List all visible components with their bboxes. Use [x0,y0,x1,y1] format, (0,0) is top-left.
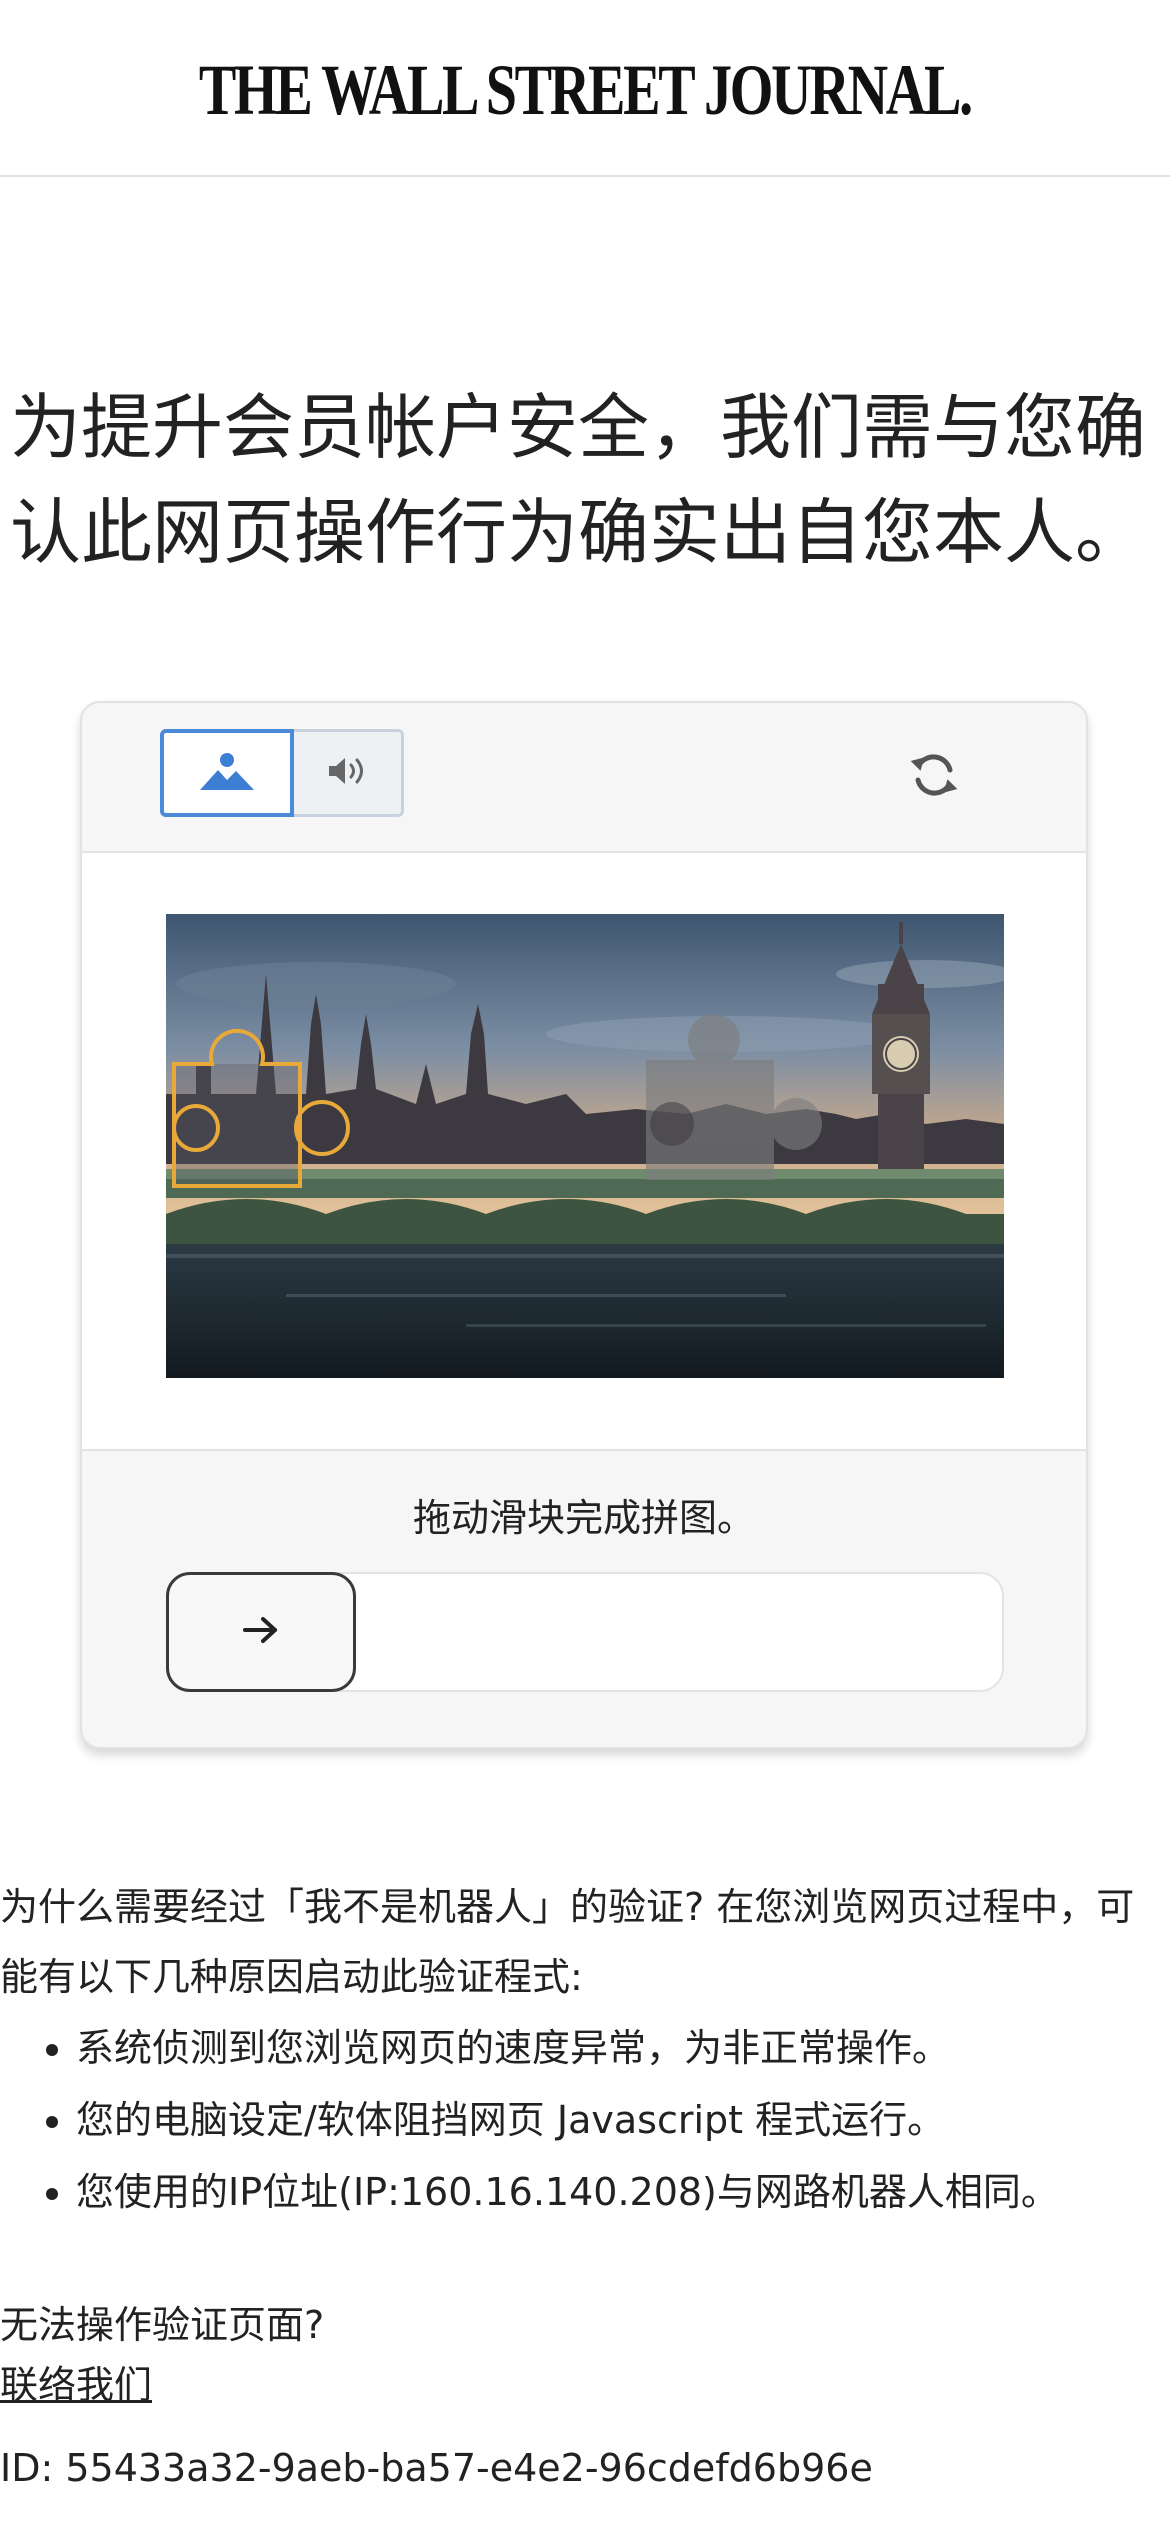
reason-item: 您的电脑设定/软体阻挡网页 Javascript 程式运行。 [76,2084,1170,2156]
slider-handle[interactable] [166,1572,356,1692]
reason-item: 您使用的IP位址(IP:160.16.140.208)与网路机器人相同。 [76,2156,1170,2228]
captcha-widget: 拖动滑块完成拼图。 [80,701,1088,1749]
reason-list: 系统侦测到您浏览网页的速度异常，为非正常操作。 您的电脑设定/软体阻挡网页 Ja… [0,2012,1170,2228]
help-question: 无法操作验证页面? [0,2303,325,2347]
contact-us-link[interactable]: 联络我们 [0,2363,152,2407]
captcha-slider-area: 拖动滑块完成拼图。 [82,1451,1086,1747]
captcha-image-area [82,853,1086,1451]
audio-mode-button[interactable] [294,729,404,817]
explanation-intro: 为什么需要经过「我不是机器人」的验证? 在您浏览网页过程中，可能有以下几种原因启… [0,1885,1135,1999]
page-title: 为提升会员帐户安全，我们需与您确认此网页操作行为确实出自您本人。 [10,386,1147,574]
wsj-logo: THE WALL STREET JOURNAL. [199,50,973,130]
slider-instruction: 拖动滑块完成拼图。 [412,1496,755,1540]
speaker-icon [326,755,370,791]
refresh-button[interactable] [902,745,966,809]
reason-item: 系统侦测到您浏览网页的速度异常，为非正常操作。 [76,2012,1170,2084]
refresh-icon [906,747,962,807]
request-id: ID: 55433a32-9aeb-ba57-e4e2-96cdefd6b96e [0,2446,873,2490]
site-header: THE WALL STREET JOURNAL. [0,0,1170,177]
verification-explanation: 为什么需要经过「我不是机器人」的验证? 在您浏览网页过程中，可能有以下几种原因启… [0,1872,1170,2228]
captcha-toolbar [82,703,1086,853]
puzzle-image [166,914,1004,1378]
arrow-right-icon [241,1614,281,1650]
image-icon [198,750,256,796]
captcha-mode-switch [160,729,404,817]
help-section: 无法操作验证页面? 联络我们 [0,2295,324,2415]
image-mode-button[interactable] [160,729,294,817]
